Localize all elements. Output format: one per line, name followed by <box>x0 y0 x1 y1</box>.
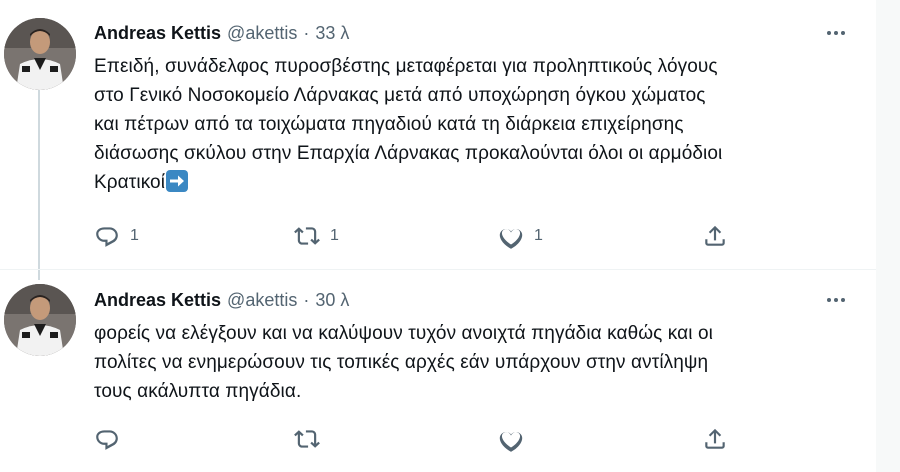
retweet-icon <box>294 430 320 448</box>
timestamp[interactable]: 33 λ <box>315 23 349 44</box>
more-dots-icon <box>826 298 847 302</box>
share-button[interactable] <box>702 222 728 250</box>
share-button[interactable] <box>702 425 728 453</box>
reply-icon <box>96 227 118 247</box>
tweet-actions: 1 1 1 <box>94 222 734 250</box>
like-icon <box>499 431 523 452</box>
more-options-button[interactable] <box>820 21 852 45</box>
tweet[interactable]: Andreas Kettis @akettis · 30 λ φορείς να… <box>0 270 876 472</box>
author-handle[interactable]: @akettis <box>227 23 297 44</box>
timeline: Andreas Kettis @akettis · 33 λ Επειδή, σ… <box>0 0 876 472</box>
reply-button[interactable]: 1 <box>94 222 139 250</box>
tweet-text-line: Επειδή, συνάδελφος πυροσβέστης μεταφέρετ… <box>94 56 718 77</box>
more-options-button[interactable] <box>820 288 852 312</box>
tweet-header: Andreas Kettis @akettis · 30 λ <box>94 288 349 312</box>
retweet-count: 1 <box>330 227 339 244</box>
right-gutter <box>876 0 900 472</box>
tweet-actions <box>94 425 734 453</box>
right-arrow-emoji-icon <box>166 170 189 192</box>
retweet-button[interactable]: 1 <box>294 222 339 250</box>
retweet-button[interactable] <box>294 425 330 453</box>
separator-dot: · <box>303 289 310 310</box>
timestamp[interactable]: 30 λ <box>315 290 349 311</box>
author-name[interactable]: Andreas Kettis <box>94 23 221 44</box>
share-icon <box>705 428 725 449</box>
tweet-text-fragment: Κρατικοί <box>94 172 166 193</box>
tweet[interactable]: Andreas Kettis @akettis · 33 λ Επειδή, σ… <box>0 0 876 270</box>
separator-dot: · <box>303 22 310 43</box>
reply-icon <box>96 430 118 450</box>
like-count: 1 <box>534 227 543 244</box>
tweet-text-line: στο Γενικό Νοσοκομείο Λάρνακας μετά από … <box>94 85 706 106</box>
tweet-text-line: και πέτρων από τα τοιχώματα πηγαδιού κατ… <box>94 114 684 135</box>
author-handle[interactable]: @akettis <box>227 290 297 311</box>
tweet-header: Andreas Kettis @akettis · 33 λ <box>94 21 349 45</box>
avatar[interactable] <box>4 18 76 90</box>
avatar[interactable] <box>4 284 76 356</box>
more-dots-icon <box>826 31 847 35</box>
tweet-text-line: διάσωσης σκύλου στην Επαρχία Λάρνακας πρ… <box>94 143 723 164</box>
retweet-icon <box>294 227 320 245</box>
tweet-text-line: φορείς να ελέγξουν και να καλύψουν τυχόν… <box>94 323 713 344</box>
tweet-text-line: τους ακάλυπτα πηγάδια. <box>94 381 302 402</box>
like-icon <box>499 228 523 249</box>
reply-count: 1 <box>130 227 139 244</box>
tweet-text-line-last: Κρατικοί <box>94 168 854 197</box>
like-button[interactable] <box>498 425 534 453</box>
tweet-text: φορείς να ελέγξουν και να καλύψουν τυχόν… <box>94 319 854 406</box>
tweet-text-line: πολίτες να ενημερώσουν τις τοπικές αρχές… <box>94 352 709 373</box>
reply-button[interactable] <box>94 425 130 453</box>
share-icon <box>705 225 725 246</box>
tweet-text: Επειδή, συνάδελφος πυροσβέστης μεταφέρετ… <box>94 52 854 197</box>
author-name[interactable]: Andreas Kettis <box>94 290 221 311</box>
like-button[interactable]: 1 <box>498 222 543 250</box>
